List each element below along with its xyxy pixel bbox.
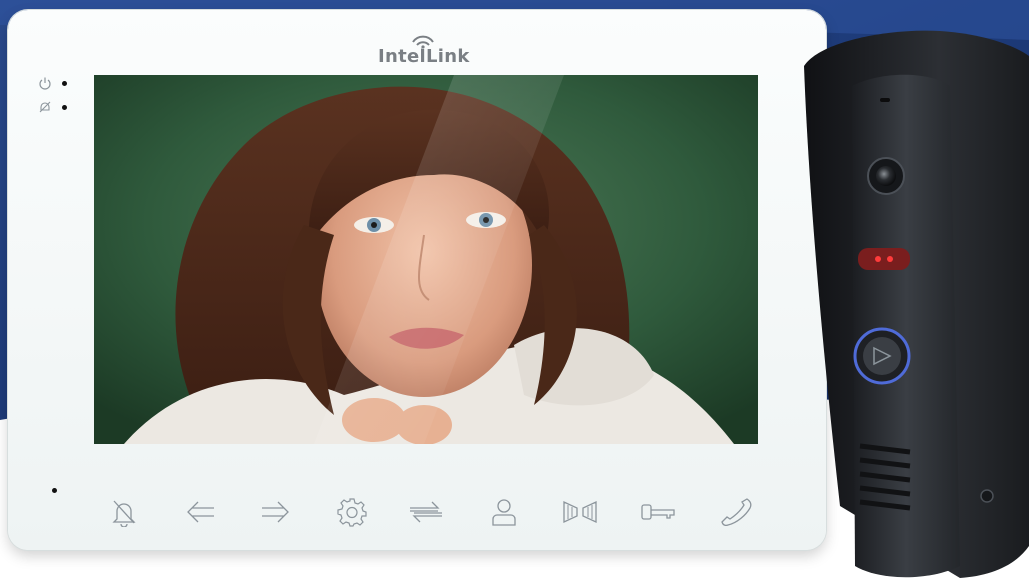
touch-button-row [106, 494, 766, 530]
tamper-screw [980, 489, 994, 503]
unlock-button[interactable] [640, 494, 676, 530]
brand-name: IntelLink [378, 46, 470, 67]
talk-button[interactable] [718, 494, 754, 530]
mute-bell-icon [39, 101, 51, 113]
settings-button[interactable] [334, 494, 370, 530]
door-station [804, 30, 1029, 578]
mute-indicator [38, 100, 72, 116]
top-slot [880, 98, 890, 102]
transfer-icon [410, 501, 442, 523]
gate-open-button[interactable] [562, 494, 598, 530]
power-icon [39, 77, 51, 90]
microphone-hole [52, 488, 57, 493]
bell-mute-icon [112, 500, 136, 527]
mute-bell-button[interactable] [106, 494, 142, 530]
mute-led [62, 105, 67, 110]
monitor-button[interactable] [486, 494, 522, 530]
brand-logo: IntelLink [378, 34, 470, 68]
gear-icon [337, 498, 367, 527]
camera-glass [876, 166, 896, 186]
key-icon [641, 504, 675, 520]
gate-icon [563, 500, 597, 524]
infrared-led [858, 248, 910, 270]
phone-handset-icon [721, 498, 752, 526]
next-button[interactable] [258, 494, 294, 530]
video-screen [94, 75, 758, 444]
power-indicator [38, 76, 72, 92]
power-led [62, 81, 67, 86]
arrow-left-icon [187, 501, 214, 523]
transfer-button[interactable] [408, 494, 444, 530]
portrait-image [94, 75, 758, 444]
video-intercom-monitor: IntelLink [8, 10, 826, 550]
previous-button[interactable] [182, 494, 218, 530]
arrow-right-icon [262, 501, 289, 523]
user-icon [492, 499, 516, 526]
